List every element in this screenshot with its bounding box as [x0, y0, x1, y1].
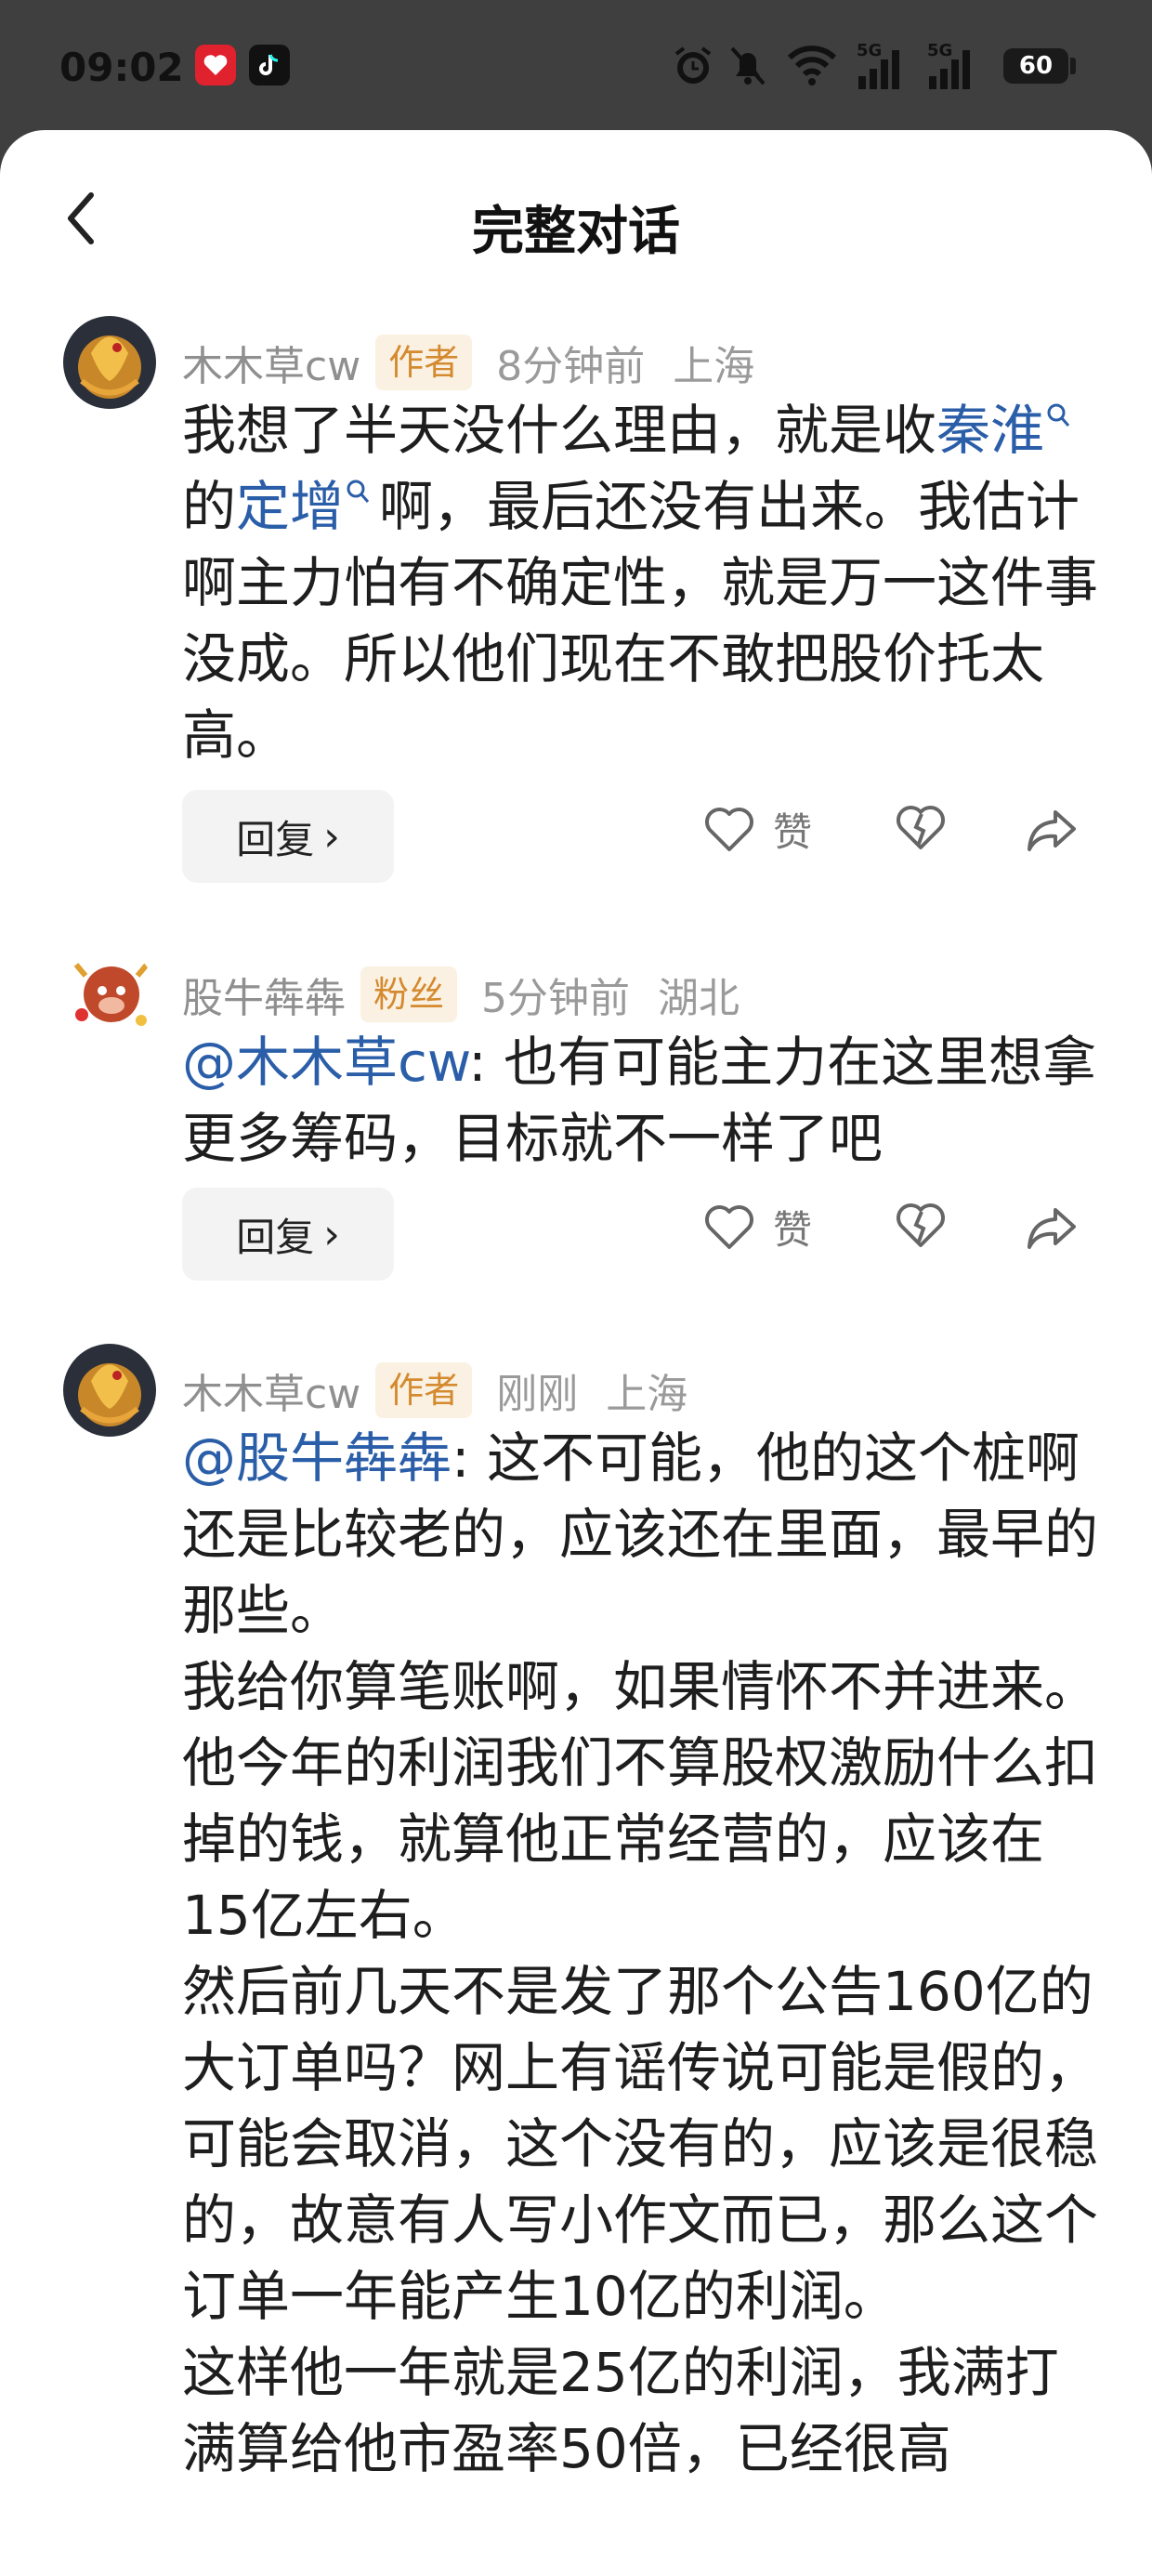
author-badge: 作者 — [375, 1362, 473, 1418]
topic-link-qinhuai[interactable]: 秦淮 — [936, 399, 1044, 462]
chevron-right-icon: › — [323, 812, 340, 861]
search-icon[interactable] — [344, 478, 372, 509]
page-title: 完整对话 — [472, 202, 680, 262]
comment-time: 5分钟前 — [481, 975, 631, 1022]
share-icon[interactable] — [1024, 1204, 1080, 1251]
reply-label: 回复 — [236, 816, 315, 862]
comment-location: 上海 — [606, 1371, 688, 1418]
reply-label: 回复 — [236, 1214, 315, 1260]
comment-paragraph: 他今年的利润我们不算股权激励什么扣掉的钱，就算他正常经营的，应该在15亿左右。 — [182, 1731, 1099, 1947]
app-notification-icon — [195, 45, 236, 85]
comment-text-part: 我想了半天没什么理由，就是收 — [182, 399, 937, 462]
header: 完整对话 — [0, 130, 1152, 316]
comment-text: @木木草cw: 也有可能主力在这里想拿更多筹码，目标就不一样了吧 — [182, 1024, 1102, 1176]
comment-time: 刚刚 — [496, 1371, 579, 1418]
mention-link[interactable]: @股牛犇犇 — [182, 1426, 452, 1490]
comment-text: @股牛犇犇: 这不可能，他的这个桩啊还是比较老的，应该还在里面，最早的那些。 我… — [182, 1420, 1102, 2487]
battery-indicator: 60 — [1003, 48, 1068, 84]
comment-paragraph: @股牛犇犇: 这不可能，他的这个桩啊还是比较老的，应该还在里面，最早的那些。 — [182, 1420, 1102, 1649]
author-name[interactable]: 股牛犇犇 — [182, 965, 346, 1024]
like-button[interactable]: 赞 — [702, 1199, 812, 1255]
comment-meta: 股牛犇犇 粉丝 5分钟前 湖北 — [182, 965, 740, 1024]
author-name[interactable]: 木木草cw — [182, 1360, 360, 1420]
signal-icon-2 — [929, 50, 970, 89]
status-bar: 09:02 5G 5G 60 — [0, 0, 1152, 130]
comment-actions: 回复 › 赞 — [182, 790, 1102, 883]
like-label: 赞 — [773, 809, 813, 855]
heart-icon — [705, 1204, 753, 1249]
broken-heart-icon[interactable] — [894, 803, 948, 853]
comment-text-part: 的 — [182, 475, 237, 538]
comment-paragraph: 我给你算笔账啊，如果情怀不并进来。 — [182, 1655, 1099, 1718]
comment-meta: 木木草cw 作者 8分钟前 上海 — [182, 333, 754, 392]
battery-cap — [1070, 58, 1076, 74]
status-time: 09:02 — [59, 45, 184, 90]
reply-button[interactable]: 回复 › — [182, 1188, 394, 1281]
search-icon[interactable] — [1044, 401, 1072, 433]
comment-actions: 回复 › 赞 — [182, 1188, 1102, 1281]
fan-badge: 粉丝 — [360, 966, 458, 1022]
chevron-right-icon: › — [323, 1210, 340, 1258]
comment-location: 湖北 — [658, 975, 740, 1022]
wifi-icon — [787, 46, 837, 85]
mute-icon — [730, 46, 766, 85]
conversation-sheet: 完整对话 木木草cw 作者 8分钟前 上海 我想了半天没什么理由，就是收秦淮的定… — [0, 130, 1152, 2576]
topic-link-dingzeng[interactable]: 定增 — [236, 475, 344, 538]
mention-link[interactable]: @木木草cw — [182, 1031, 468, 1094]
comment-location: 上海 — [673, 343, 755, 390]
reply-button[interactable]: 回复 › — [182, 790, 394, 883]
avatar[interactable] — [63, 1344, 156, 1437]
signal-icon — [858, 50, 899, 89]
comment-time: 8分钟前 — [496, 343, 646, 390]
avatar[interactable] — [63, 316, 156, 409]
author-badge: 作者 — [375, 335, 473, 390]
comment-paragraph: 然后前几天不是发了那个公告160亿的大订单吗？网上有谣传说可能是假的，可能会取消… — [182, 1960, 1099, 2328]
like-label: 赞 — [773, 1207, 813, 1253]
author-name[interactable]: 木木草cw — [182, 333, 360, 392]
tiktok-icon — [249, 45, 290, 85]
broken-heart-icon[interactable] — [894, 1201, 948, 1251]
share-icon[interactable] — [1024, 807, 1080, 853]
alarm-icon — [674, 46, 712, 84]
avatar[interactable] — [63, 948, 156, 1041]
comment-meta: 木木草cw 作者 刚刚 上海 — [182, 1360, 687, 1420]
comment-text: 我想了半天没什么理由，就是收秦淮的定增 啊，最后还没有出来。我估计啊主力怕有不确定… — [182, 392, 1102, 773]
heart-icon — [705, 807, 753, 851]
like-button[interactable]: 赞 — [702, 801, 812, 858]
comment-paragraph: 这样他一年就是25亿的利润，我满打满算给他市盈率50倍，已经很高 — [182, 2341, 1059, 2480]
